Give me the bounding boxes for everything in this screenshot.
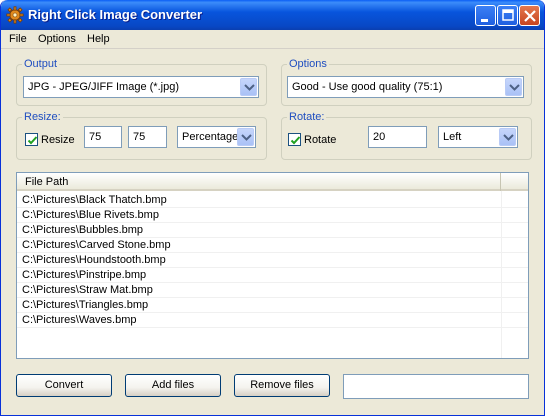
resize-unit-select[interactable]: Percentage [177, 126, 256, 148]
checkmark-icon [290, 136, 301, 145]
list-item[interactable]: C:\Pictures\Carved Stone.bmp [17, 238, 528, 253]
close-icon [524, 10, 536, 22]
options-group-title: Options [287, 58, 329, 70]
menu-file[interactable]: File [9, 33, 27, 45]
file-path-text: C:\Pictures\Blue Rivets.bmp [22, 209, 159, 221]
file-path-text: C:\Pictures\Waves.bmp [22, 314, 137, 326]
app-window: Right Click Image Converter File Options… [0, 0, 545, 416]
list-item[interactable]: C:\Pictures\Black Thatch.bmp [17, 193, 528, 208]
chevron-down-icon[interactable] [240, 78, 257, 96]
resize-checkbox[interactable] [25, 133, 38, 146]
close-button[interactable] [519, 5, 540, 26]
title-bar[interactable]: Right Click Image Converter [1, 0, 544, 30]
rotate-angle-input[interactable]: 20 [368, 126, 427, 148]
list-item[interactable]: C:\Pictures\Pinstripe.bmp [17, 268, 528, 283]
list-item[interactable]: C:\Pictures\Bubbles.bmp [17, 223, 528, 238]
rotate-direction-select[interactable]: Left [438, 126, 518, 148]
menu-bar: File Options Help [1, 30, 544, 49]
output-format-select[interactable]: JPG - JPEG/JIFF Image (*.jpg) [23, 76, 259, 98]
maximize-icon [502, 9, 514, 21]
chevron-down-icon[interactable] [505, 78, 522, 96]
column-header-file-path[interactable]: File Path [17, 173, 501, 191]
add-files-button[interactable]: Add files [125, 374, 221, 397]
list-item[interactable]: C:\Pictures\Blue Rivets.bmp [17, 208, 528, 223]
file-path-text: C:\Pictures\Straw Mat.bmp [22, 284, 153, 296]
file-path-text: C:\Pictures\Bubbles.bmp [22, 224, 144, 236]
file-path-text: C:\Pictures\Houndstooth.bmp [22, 254, 166, 266]
minimize-icon [481, 19, 488, 22]
convert-button[interactable]: Convert [16, 374, 112, 397]
remove-files-button[interactable]: Remove files [234, 374, 330, 397]
file-list[interactable]: File Path C:\Pictures\Black Thatch.bmp C… [16, 172, 529, 359]
checkmark-icon [27, 136, 38, 145]
menu-options[interactable]: Options [38, 33, 76, 45]
file-path-text: C:\Pictures\Black Thatch.bmp [22, 194, 167, 206]
column-header-label: File Path [25, 176, 69, 188]
menu-help[interactable]: Help [87, 33, 110, 45]
file-path-text: C:\Pictures\Triangles.bmp [22, 299, 149, 311]
resize-unit-value: Percentage [182, 131, 239, 143]
minimize-button[interactable] [475, 5, 496, 26]
app-gear-icon[interactable] [6, 6, 24, 24]
rotate-group: Rotate: Rotate 20 Left [281, 111, 532, 160]
window-title: Right Click Image Converter [28, 7, 203, 22]
resize-height-value: 75 [133, 131, 146, 143]
output-group-title: Output [22, 58, 60, 70]
resize-label[interactable]: Resize [41, 134, 75, 146]
resize-height-input[interactable]: 75 [128, 126, 167, 148]
file-path-text: C:\Pictures\Pinstripe.bmp [22, 269, 147, 281]
rotate-group-title: Rotate: [287, 111, 327, 123]
file-list-rows: C:\Pictures\Black Thatch.bmp C:\Pictures… [17, 193, 528, 328]
resize-group-title: Resize: [22, 111, 63, 123]
list-item[interactable]: C:\Pictures\Houndstooth.bmp [17, 253, 528, 268]
resize-width-input[interactable]: 75 [84, 126, 122, 148]
status-field [343, 374, 529, 399]
maximize-button[interactable] [497, 5, 518, 26]
rotate-label[interactable]: Rotate [304, 134, 336, 146]
list-item[interactable]: C:\Pictures\Straw Mat.bmp [17, 283, 528, 298]
list-item[interactable]: C:\Pictures\Waves.bmp [17, 313, 528, 328]
quality-select[interactable]: Good - Use good quality (75:1) [287, 76, 524, 98]
resize-width-value: 75 [89, 131, 102, 143]
quality-value: Good - Use good quality (75:1) [292, 81, 443, 93]
rotate-checkbox[interactable] [288, 133, 301, 146]
list-item[interactable]: C:\Pictures\Triangles.bmp [17, 298, 528, 313]
chevron-down-icon[interactable] [237, 128, 254, 146]
chevron-down-icon[interactable] [499, 128, 516, 146]
resize-group: Resize: Resize 75 75 Percentage [16, 111, 267, 160]
rotate-direction-value: Left [443, 131, 462, 143]
rotate-angle-value: 20 [373, 131, 386, 143]
file-path-text: C:\Pictures\Carved Stone.bmp [22, 239, 171, 251]
output-group: Output JPG - JPEG/JIFF Image (*.jpg) [16, 58, 267, 106]
options-group: Options Good - Use good quality (75:1) [281, 58, 532, 106]
output-format-value: JPG - JPEG/JIFF Image (*.jpg) [28, 81, 179, 93]
file-list-header: File Path [17, 173, 528, 191]
